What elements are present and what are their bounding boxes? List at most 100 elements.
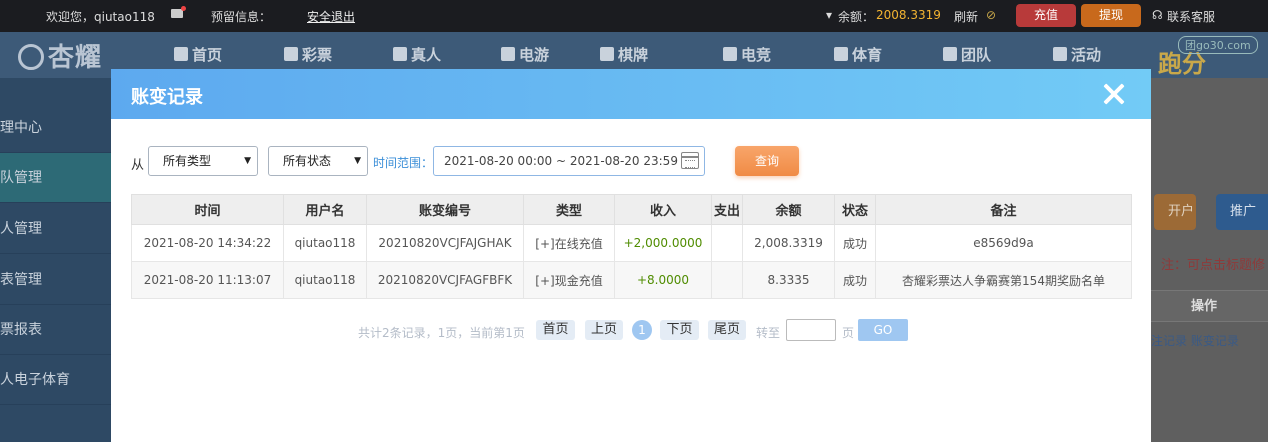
- background-content: 开户 推广 注：可点击标题修 操作 注记录 账变记录: [1151, 78, 1268, 442]
- nav-item-lottery[interactable]: 彩票: [284, 44, 332, 65]
- nav-item-home[interactable]: 首页: [174, 44, 222, 65]
- nav-item-label: 活动: [1071, 46, 1102, 64]
- cell-status: 成功: [834, 224, 876, 262]
- open-account-button[interactable]: 开户: [1154, 194, 1196, 230]
- records-table: 时间 用户名 账变编号 类型 收入 支出 余额 状态 备注 2021-08-20…: [131, 194, 1132, 299]
- cell-time: 2021-08-20 11:13:07: [131, 261, 284, 299]
- goto-page-input[interactable]: [786, 319, 836, 341]
- top-bar: 欢迎您，qiutao118 预留信息： 安全退出 ▾ 余额： 2008.3319…: [0, 0, 1268, 32]
- cell-expense: [711, 224, 743, 262]
- date-range-input[interactable]: 2021-08-20 00:00 ~ 2021-08-20 23:59: [433, 146, 705, 176]
- background-note: 注：可点击标题修: [1161, 258, 1266, 273]
- eye-hide-icon[interactable]: ⊘: [986, 8, 996, 22]
- nav-item-team[interactable]: 团队: [943, 44, 991, 65]
- slot-machine-icon: [501, 47, 515, 61]
- query-button[interactable]: 查询: [735, 146, 799, 176]
- modal-title: 账变记录: [131, 87, 203, 108]
- sidebar-item-team-management[interactable]: 队管理: [0, 153, 111, 203]
- team-icon: [943, 47, 957, 61]
- mail-icon[interactable]: [171, 6, 186, 18]
- ticket-icon: [284, 47, 298, 61]
- watermark: 团go30.com: [1178, 36, 1258, 54]
- caret-down-icon: ▼: [244, 156, 251, 166]
- nav-item-label: 体育: [852, 46, 883, 64]
- gift-icon: [1053, 47, 1067, 61]
- cell-status: 成功: [834, 261, 876, 299]
- reserved-info-label: 预留信息：: [211, 10, 272, 24]
- nav-item-esports[interactable]: 电竞: [723, 44, 771, 65]
- chevron-down-icon[interactable]: ▾: [826, 8, 832, 22]
- refresh-link[interactable]: 刷新: [954, 8, 978, 25]
- sidebar-item-personal-management[interactable]: 人管理: [0, 204, 111, 254]
- status-select-value: 所有状态: [283, 154, 332, 168]
- sidebar: 理中心 队管理 人管理 表管理 票报表 人电子体育: [0, 78, 111, 442]
- sidebar-item-management-center[interactable]: 理中心: [0, 103, 111, 153]
- go-button[interactable]: GO: [858, 319, 908, 341]
- first-page-button[interactable]: 首页: [536, 320, 575, 340]
- cell-type: [+]在线充值: [523, 224, 615, 262]
- nav-item-label: 真人: [411, 46, 442, 64]
- page-unit-label: 页: [842, 326, 855, 340]
- col-header-remark: 备注: [875, 194, 1132, 225]
- cell-txn-id: 20210820VCJFAGFBFK: [366, 261, 524, 299]
- cell-remark: e8569d9a: [875, 224, 1132, 262]
- type-select[interactable]: 所有类型 ▼: [148, 146, 258, 176]
- col-header-type: 类型: [523, 194, 615, 225]
- balance-label: 余额：: [838, 10, 875, 24]
- logo[interactable]: 杏耀: [18, 37, 102, 74]
- recharge-button[interactable]: 充值: [1016, 4, 1076, 27]
- person-icon: [393, 47, 407, 61]
- pagination-summary: 共计2条记录，1页，当前第1页: [358, 326, 525, 340]
- sidebar-item-report-management[interactable]: 表管理: [0, 255, 111, 305]
- nav-item-activity[interactable]: 活动: [1053, 44, 1101, 65]
- nav-item-cards[interactable]: 棋牌: [600, 44, 648, 65]
- support-link[interactable]: 联系客服: [1167, 8, 1215, 25]
- calendar-icon[interactable]: [681, 152, 699, 169]
- nav-item-label: 电竞: [741, 46, 772, 64]
- cell-username: qiutao118: [283, 224, 367, 262]
- withdraw-button[interactable]: 提现: [1081, 4, 1141, 27]
- next-page-button[interactable]: 下页: [660, 320, 699, 340]
- cell-txn-id: 20210820VCJFAJGHAK: [366, 224, 524, 262]
- cell-type: [+]现金充值: [523, 261, 615, 299]
- col-header-time: 时间: [131, 194, 284, 225]
- col-header-expense: 支出: [711, 194, 743, 225]
- last-page-button[interactable]: 尾页: [708, 320, 746, 340]
- nav-item-label: 电游: [519, 46, 550, 64]
- nav-item-slots[interactable]: 电游: [501, 44, 549, 65]
- from-label: 从: [131, 158, 145, 173]
- table-row: 2021-08-20 14:34:22 qiutao118 20210820VC…: [131, 224, 1132, 262]
- sidebar-item-lottery-report[interactable]: 票报表: [0, 305, 111, 355]
- promote-button[interactable]: 推广: [1216, 194, 1268, 230]
- current-page-indicator[interactable]: 1: [632, 320, 652, 340]
- cell-income: +2,000.0000: [614, 224, 712, 262]
- cell-remark: 杏耀彩票达人争霸赛第154期奖励名单: [875, 261, 1132, 299]
- cell-expense: [711, 261, 743, 299]
- prev-page-button[interactable]: 上页: [585, 320, 623, 340]
- cell-income: +8.0000: [614, 261, 712, 299]
- col-header-balance: 余额: [742, 194, 835, 225]
- logo-mark-icon: [18, 44, 44, 70]
- transaction-records-modal: 账变记录 从 所有类型 ▼ 所有状态 ▼ 时间范围： 2021-08-20 00…: [111, 69, 1151, 442]
- cards-icon: [600, 47, 614, 61]
- cell-balance: 2,008.3319: [742, 224, 835, 262]
- logout-link[interactable]: 安全退出: [307, 8, 355, 25]
- ops-links[interactable]: 注记录 账变记录: [1151, 332, 1239, 349]
- balance-value: 2008.3319: [876, 8, 941, 22]
- welcome-text: 欢迎您，qiutao118: [46, 10, 155, 24]
- goto-label: 转至: [756, 326, 781, 340]
- ops-header: 操作: [1151, 290, 1268, 322]
- nav-item-sports[interactable]: 体育: [834, 44, 882, 65]
- sidebar-item-live-electronic-sports[interactable]: 人电子体育: [0, 355, 111, 405]
- date-range-value: 2021-08-20 00:00 ~ 2021-08-20 23:59: [444, 154, 678, 168]
- table-header-row: 时间 用户名 账变编号 类型 收入 支出 余额 状态 备注: [131, 194, 1132, 225]
- type-select-value: 所有类型: [163, 154, 212, 168]
- cell-username: qiutao118: [283, 261, 367, 299]
- status-select[interactable]: 所有状态 ▼: [268, 146, 368, 176]
- cell-balance: 8.3335: [742, 261, 835, 299]
- nav-item-live[interactable]: 真人: [393, 44, 441, 65]
- home-icon: [174, 47, 188, 61]
- caret-down-icon: ▼: [354, 156, 361, 166]
- close-icon[interactable]: [1101, 81, 1127, 107]
- nav-item-label: 首页: [192, 46, 223, 64]
